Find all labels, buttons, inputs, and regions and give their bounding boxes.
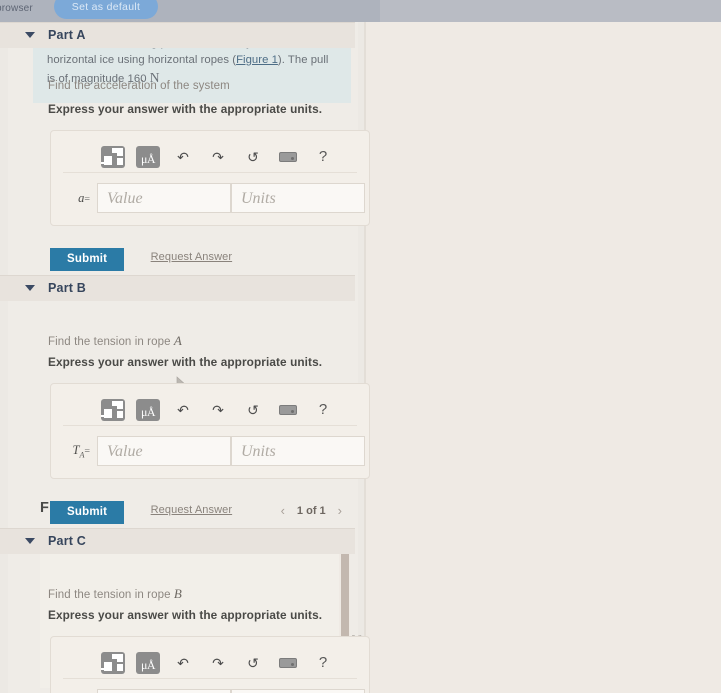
part-c-prompt-text: Find the tension in rope: [48, 589, 174, 601]
help-question-icon[interactable]: ?: [311, 146, 335, 168]
part-c-toolbar: μÅ ↶ ↷ ↺ ?: [63, 647, 357, 679]
reset-circular-arrow-icon[interactable]: ↺: [241, 652, 265, 674]
browser-chrome-inner: browser Set as default: [0, 0, 380, 22]
keyboard-icon[interactable]: [276, 399, 300, 421]
redo-arrow-icon[interactable]: ↷: [206, 399, 230, 421]
right-pane: [366, 22, 721, 693]
part-c-value-input[interactable]: Value: [97, 689, 231, 693]
submit-button[interactable]: Submit: [50, 501, 125, 524]
collapse-caret-icon[interactable]: [25, 285, 35, 291]
reset-circular-arrow-icon[interactable]: ↺: [241, 146, 265, 168]
part-a-value-input[interactable]: Value: [97, 183, 231, 213]
superscript-template-icon[interactable]: [101, 145, 125, 168]
micro-angstrom-units-icon[interactable]: μÅ: [136, 651, 160, 674]
part-c-instruction: Express your answer with the appropriate…: [48, 608, 323, 622]
part-b-units-input[interactable]: Units: [231, 436, 365, 466]
part-c-header[interactable]: Part C: [0, 528, 355, 554]
request-answer-link[interactable]: Request Answer: [151, 251, 233, 263]
part-a-prompt: Find the acceleration of the system: [48, 80, 230, 92]
figure-navigation: ‹ 1 of 1 ›: [281, 503, 342, 518]
part-b-instruction: Express your answer with the appropriate…: [48, 355, 323, 369]
chevron-right-icon[interactable]: ›: [338, 503, 342, 518]
part-b-section: Part B Find the tension in rope A Expres…: [0, 275, 370, 524]
part-a-toolbar: μÅ ↶ ↷ ↺ ?: [63, 141, 357, 173]
keyboard-icon[interactable]: [276, 146, 300, 168]
part-b-header[interactable]: Part B: [0, 275, 355, 301]
undo-arrow-icon[interactable]: ↶: [171, 652, 195, 674]
chevron-left-icon[interactable]: ‹: [281, 503, 285, 518]
help-question-icon[interactable]: ?: [311, 652, 335, 674]
part-b-prompt-text: Find the tension in rope: [48, 336, 174, 348]
part-c-prompt: Find the tension in rope B: [48, 586, 182, 602]
part-b-value-input[interactable]: Value: [97, 436, 231, 466]
figure-counter: 1 of 1: [296, 504, 326, 517]
redo-arrow-icon[interactable]: ↷: [206, 652, 230, 674]
superscript-template-icon[interactable]: [101, 651, 125, 674]
reset-circular-arrow-icon[interactable]: ↺: [241, 399, 265, 421]
part-c-prompt-symbol: B: [173, 586, 182, 601]
part-a-field-row: a= Value Units: [51, 183, 369, 213]
part-b-answer-label: TA=: [72, 442, 90, 460]
collapse-caret-icon[interactable]: [25, 32, 35, 38]
part-b-answer-card: μÅ ↶ ↷ ↺ ? TA= Value Units: [50, 383, 370, 479]
part-a-actions: Submit Request Answer: [50, 248, 232, 271]
part-a-header[interactable]: Part A: [0, 22, 355, 48]
part-b-field-row: TA= Value Units: [51, 436, 369, 466]
figure-1-link[interactable]: Figure 1: [236, 54, 278, 66]
micro-angstrom-units-icon[interactable]: μÅ: [136, 398, 160, 421]
part-a-units-input[interactable]: Units: [231, 183, 365, 213]
part-b-prompt: Find the tension in rope A: [48, 333, 182, 349]
part-a-section: Part A Find the acceleration of the syst…: [0, 22, 370, 271]
part-a-answer-card: μÅ ↶ ↷ ↺ ? a= Value Units: [50, 130, 370, 226]
undo-arrow-icon[interactable]: ↶: [171, 146, 195, 168]
part-c-section: Part C Find the tension in rope B Expres…: [0, 528, 370, 693]
undo-arrow-icon[interactable]: ↶: [171, 399, 195, 421]
part-b-actions: Submit Request Answer: [50, 501, 232, 524]
part-c-units-input[interactable]: Units: [231, 689, 365, 693]
browser-label: browser: [0, 3, 33, 14]
part-b-title: Part B: [48, 281, 87, 295]
part-c-field-row: TB= Value Units: [51, 689, 369, 693]
part-a-prompt-text: Find the acceleration of the system: [48, 80, 230, 92]
keyboard-icon[interactable]: [276, 652, 300, 674]
part-a-title: Part A: [48, 28, 86, 42]
redo-arrow-icon[interactable]: ↷: [206, 146, 230, 168]
part-b-prompt-symbol: A: [173, 333, 182, 348]
superscript-template-icon[interactable]: [101, 398, 125, 421]
micro-angstrom-units-icon[interactable]: μÅ: [136, 145, 160, 168]
collapse-caret-icon[interactable]: [25, 538, 35, 544]
help-question-icon[interactable]: ?: [311, 399, 335, 421]
part-a-answer-label: a=: [78, 190, 90, 205]
part-a-instruction: Express your answer with the appropriate…: [48, 102, 323, 116]
set-as-default-button[interactable]: Set as default: [54, 0, 158, 19]
part-c-answer-card: μÅ ↶ ↷ ↺ ? TB= Value Units: [50, 636, 370, 693]
request-answer-link[interactable]: Request Answer: [151, 504, 233, 516]
part-b-toolbar: μÅ ↶ ↷ ↺ ?: [63, 394, 357, 426]
submit-button[interactable]: Submit: [50, 248, 125, 271]
browser-chrome-bar: browser Set as default: [0, 0, 721, 22]
app-screenshot: browser Set as default Three sleds are b…: [0, 0, 721, 693]
part-c-title: Part C: [48, 534, 87, 548]
